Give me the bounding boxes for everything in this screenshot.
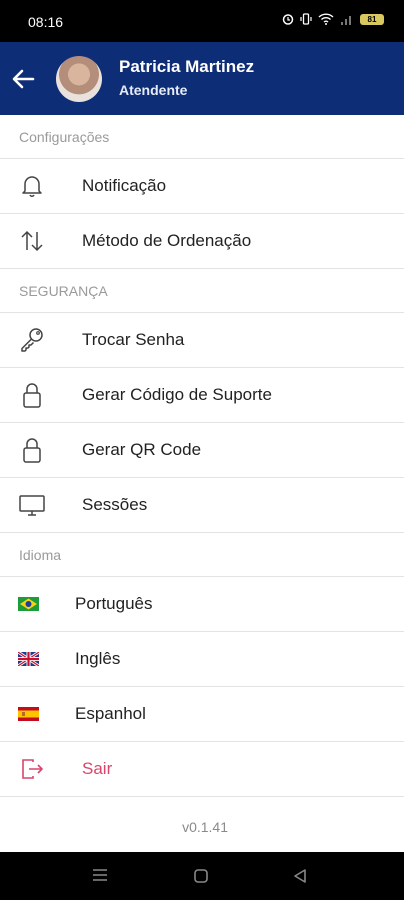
user-name: Patricia Martinez	[119, 57, 255, 76]
app-version: v0.1.41	[182, 819, 228, 835]
section-configuracoes: Configurações	[0, 115, 404, 159]
spain-flag-icon	[18, 707, 39, 721]
lock-icon	[18, 381, 46, 409]
user-role: Atendente	[119, 82, 188, 98]
support-code-label: Gerar Código de Suporte	[82, 385, 272, 404]
arrow-left-icon	[12, 69, 35, 89]
avatar	[56, 56, 102, 102]
vibrate-icon	[300, 13, 312, 25]
notification-label: Notificação	[82, 176, 167, 195]
logout-label: Sair	[82, 759, 113, 778]
signal-icon	[341, 16, 351, 25]
notification-item[interactable]: Notificação	[0, 159, 404, 214]
home-icon[interactable]	[193, 868, 209, 884]
status-bar: 08:16 81	[0, 0, 404, 42]
language-english-item[interactable]: Inglês	[0, 632, 404, 687]
sort-method-item[interactable]: Método de Ordenação	[0, 214, 404, 269]
lock-icon	[18, 436, 46, 464]
qr-code-item[interactable]: Gerar QR Code	[0, 423, 404, 478]
wifi-icon	[318, 13, 334, 25]
logout-item[interactable]: Sair	[0, 742, 404, 797]
sessions-label: Sessões	[82, 495, 148, 514]
settings-list: Configurações Notificação Método de Orde…	[0, 115, 404, 857]
monitor-icon	[18, 491, 46, 519]
status-icons: 81	[282, 13, 384, 25]
logout-icon	[18, 755, 46, 783]
battery-level: 81	[367, 14, 377, 24]
language-portuguese-label: Português	[75, 594, 153, 613]
qr-code-label: Gerar QR Code	[82, 440, 202, 459]
section-idioma: Idioma	[0, 533, 404, 577]
sessions-item[interactable]: Sessões	[0, 478, 404, 533]
battery-indicator: 81	[360, 13, 384, 25]
menu-icon[interactable]	[92, 868, 108, 882]
alarm-icon	[282, 14, 294, 25]
support-code-item[interactable]: Gerar Código de Suporte	[0, 368, 404, 423]
language-spanish-label: Espanhol	[75, 704, 146, 723]
section-seguranca: SEGURANÇA	[0, 269, 404, 313]
status-time: 08:16	[28, 14, 64, 30]
uk-flag-icon	[18, 652, 39, 666]
sort-method-label: Método de Ordenação	[82, 231, 252, 250]
back-triangle-icon[interactable]	[292, 868, 308, 884]
key-icon	[18, 326, 46, 354]
back-button[interactable]	[6, 62, 40, 96]
brazil-flag-icon	[18, 597, 39, 611]
profile-header: Patricia Martinez Atendente	[0, 42, 404, 115]
change-password-label: Trocar Senha	[82, 330, 185, 349]
language-english-label: Inglês	[75, 649, 121, 668]
system-nav-bar	[0, 852, 404, 900]
bell-icon	[18, 172, 46, 200]
sort-arrows-icon	[18, 227, 46, 255]
language-portuguese-item[interactable]: Português	[0, 577, 404, 632]
language-spanish-item[interactable]: Espanhol	[0, 687, 404, 742]
change-password-item[interactable]: Trocar Senha	[0, 313, 404, 368]
